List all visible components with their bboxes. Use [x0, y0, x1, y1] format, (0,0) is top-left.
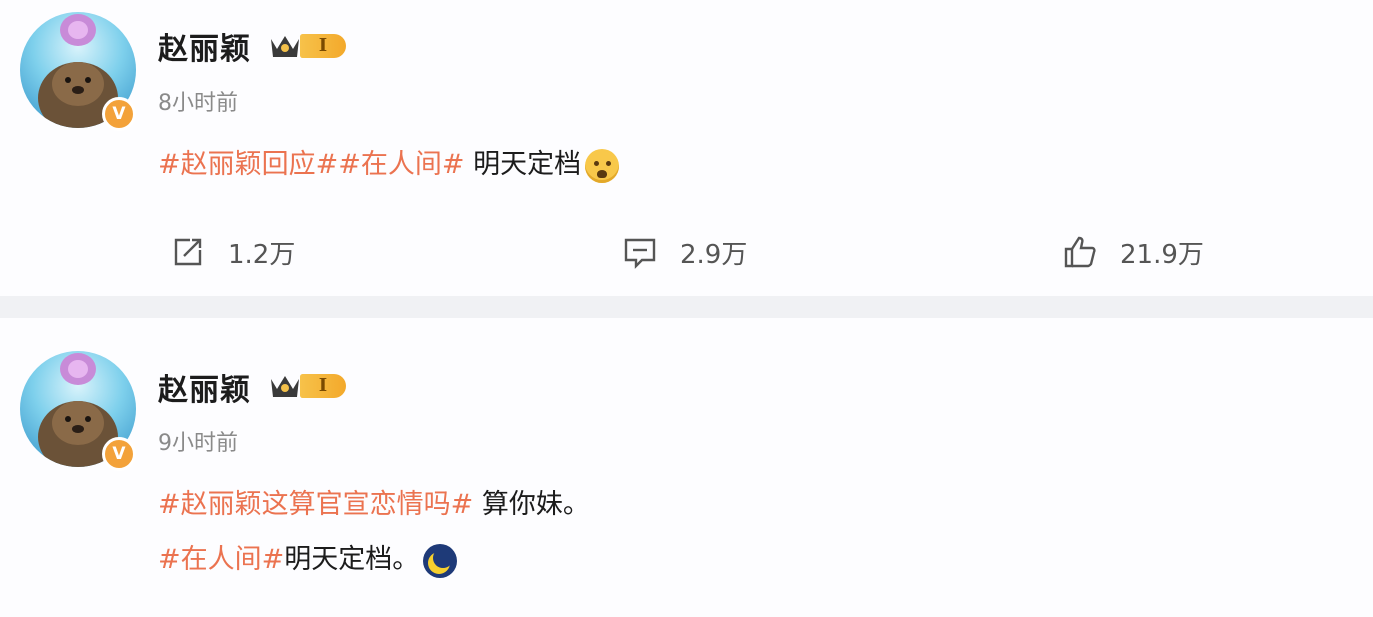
- weibo-feed: V 赵丽颖 I 8小时前 #赵丽颖回应##在人间# 明天定档 1.2万 2.9万…: [0, 0, 1373, 617]
- post-time[interactable]: 8小时前: [158, 85, 238, 117]
- verified-badge-icon: V: [102, 97, 136, 131]
- topic-link[interactable]: #在人间#: [158, 544, 284, 575]
- weibo-post: V 赵丽颖 I 9小时前 #赵丽颖这算官宣恋情吗# 算你妹。 #在人间#明天定档…: [0, 318, 1373, 617]
- post-content: #赵丽颖回应##在人间# 明天定档: [158, 142, 620, 183]
- crown-icon: [271, 36, 299, 57]
- repost-icon: [174, 238, 202, 266]
- level-value: I: [300, 34, 346, 58]
- post-text: 算你妹。: [473, 489, 590, 520]
- post-content: #赵丽颖这算官宣恋情吗# 算你妹。: [158, 482, 590, 521]
- comment-count: 2.9万: [680, 239, 748, 270]
- user-level-badge[interactable]: I: [268, 370, 346, 402]
- post-divider: [0, 296, 1373, 318]
- user-level-badge[interactable]: I: [268, 30, 346, 62]
- verified-badge-icon: V: [102, 437, 136, 471]
- repost-count: 1.2万: [228, 239, 296, 270]
- post-time[interactable]: 9小时前: [158, 425, 238, 457]
- moon-emoji-icon: [423, 543, 458, 578]
- repost-button[interactable]: 1.2万: [170, 230, 295, 274]
- post-content: #在人间#明天定档。: [158, 537, 458, 578]
- username[interactable]: 赵丽颖: [158, 365, 251, 409]
- username[interactable]: 赵丽颖: [158, 24, 251, 68]
- like-count: 21.9万: [1120, 239, 1204, 270]
- level-value: I: [300, 374, 346, 398]
- comment-icon: [624, 238, 656, 269]
- weibo-post: V 赵丽颖 I 8小时前 #赵丽颖回应##在人间# 明天定档 1.2万 2.9万…: [0, 0, 1373, 296]
- like-icon: [1064, 236, 1096, 268]
- topic-link[interactable]: #赵丽颖回应#: [158, 149, 338, 180]
- post-actions: 1.2万 2.9万 21.9万: [0, 230, 1373, 274]
- sad-emoji-icon: [585, 148, 620, 183]
- post-text: 明天定档。: [284, 544, 420, 575]
- crown-icon: [271, 376, 299, 397]
- topic-link[interactable]: #赵丽颖这算官宣恋情吗#: [158, 489, 473, 520]
- post-text: 明天定档: [464, 149, 582, 180]
- topic-link[interactable]: #在人间#: [338, 149, 464, 180]
- comment-button[interactable]: 2.9万: [622, 230, 747, 274]
- like-button[interactable]: 21.9万: [1062, 230, 1204, 274]
